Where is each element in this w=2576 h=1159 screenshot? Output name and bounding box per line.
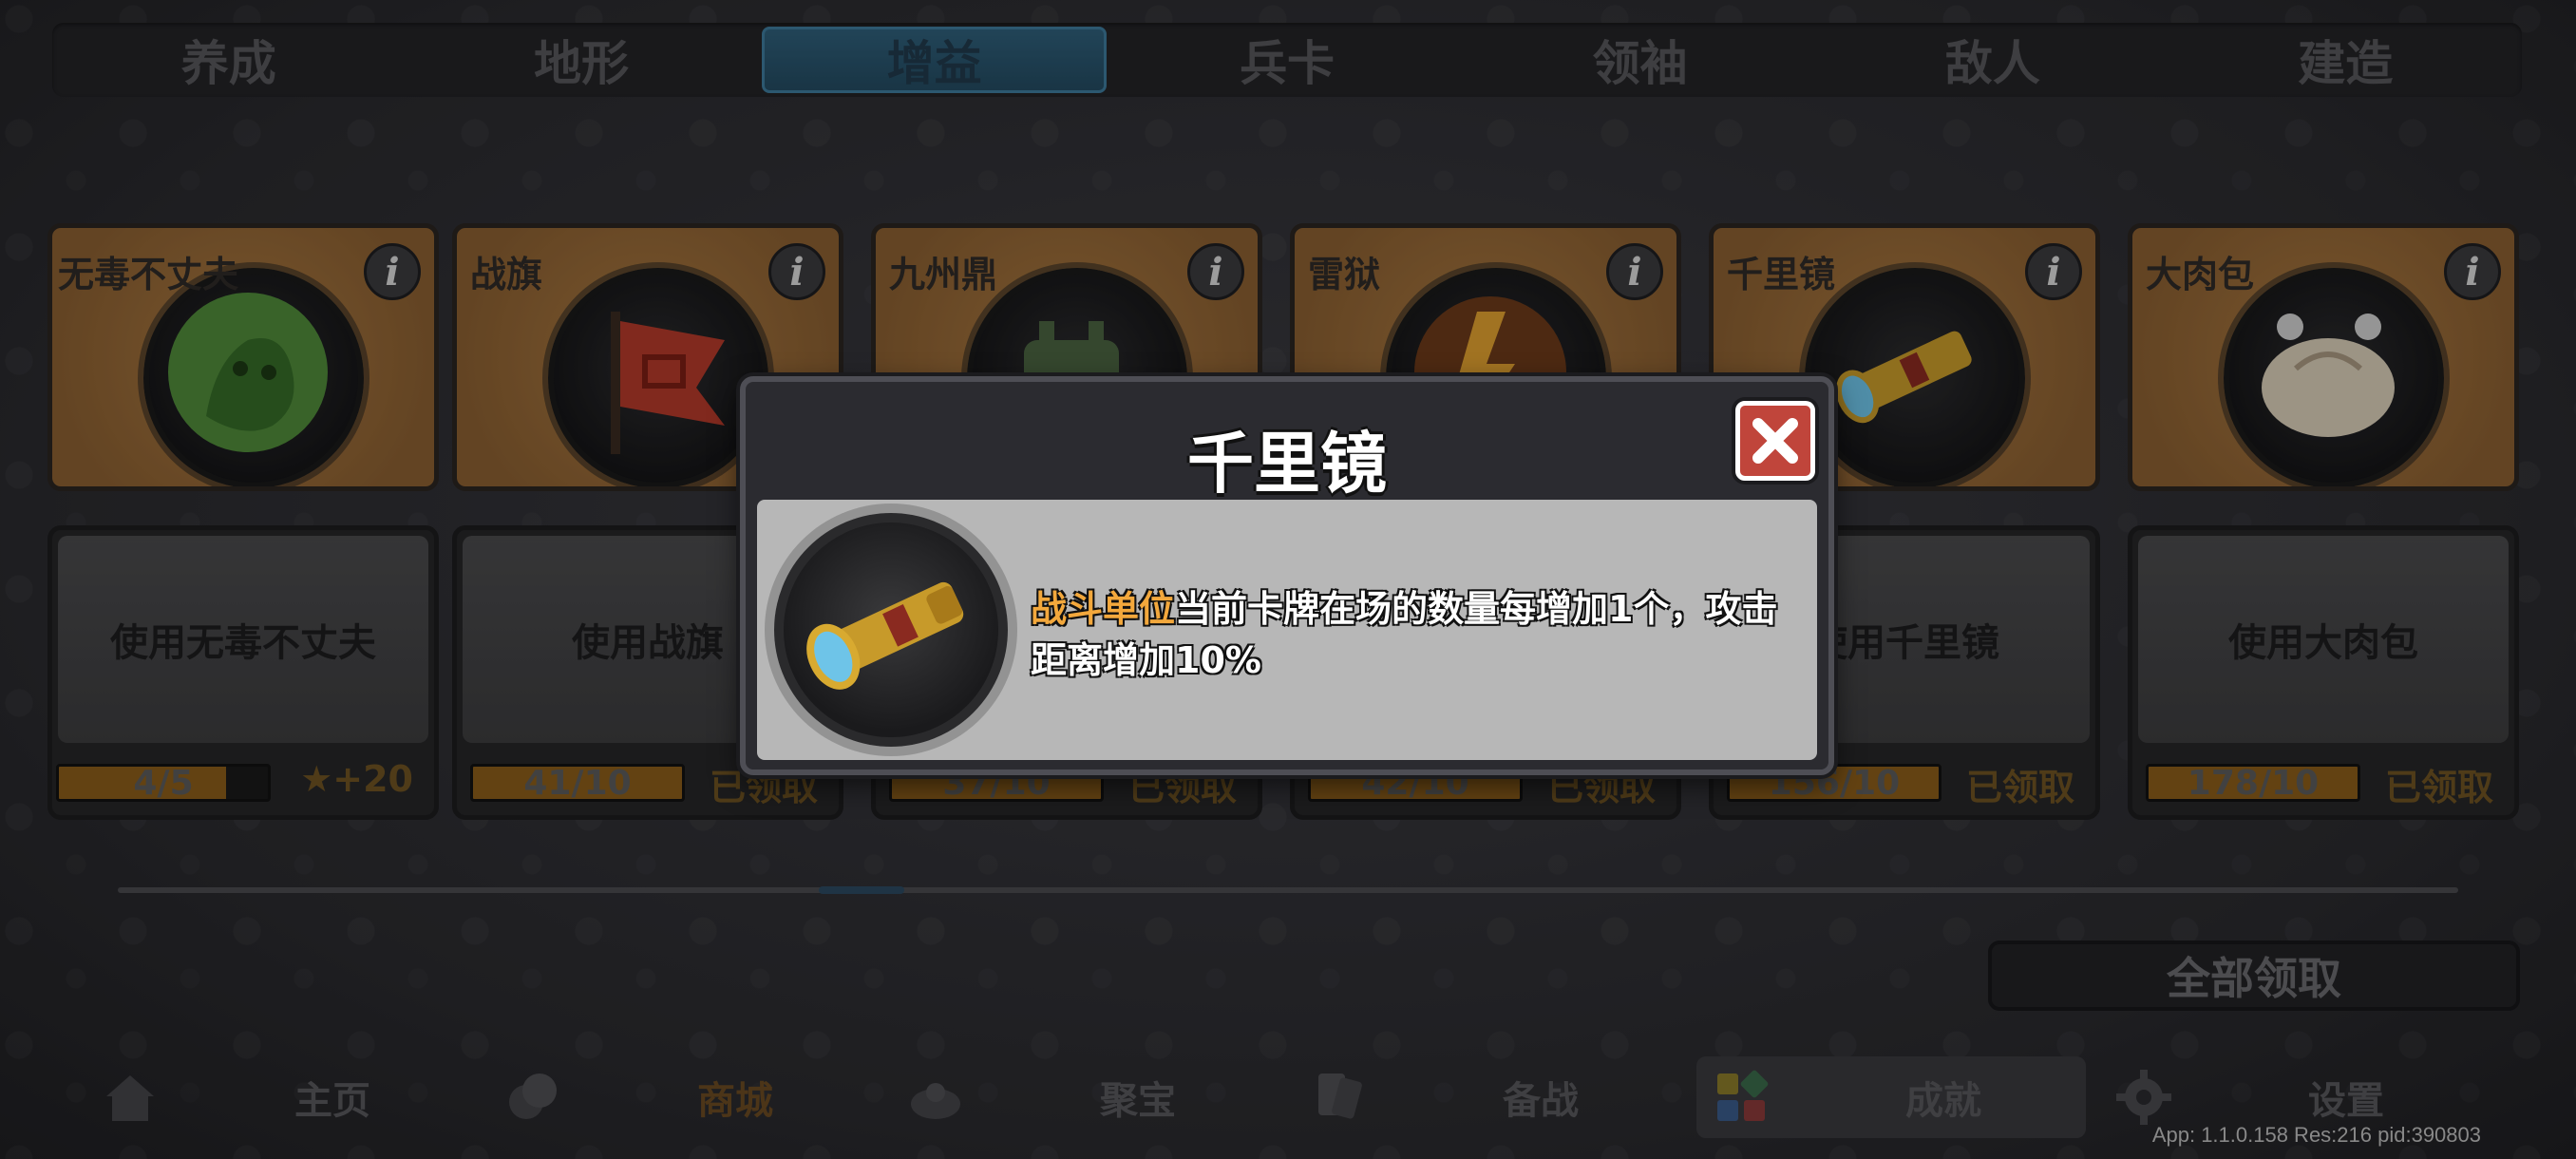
war-flag-medal-icon	[548, 268, 768, 486]
cards-icon	[1309, 1068, 1368, 1127]
info-icon[interactable]: i	[2025, 243, 2082, 300]
tab-enemies[interactable]: 敌人	[1820, 27, 2165, 93]
buff-card-name: 九州鼎	[889, 254, 998, 295]
dialog-title: 千里镜	[1187, 425, 1387, 503]
star-icon: ★	[300, 758, 333, 800]
home-icon	[101, 1068, 160, 1127]
horizontal-scrollbar[interactable]	[118, 887, 2458, 893]
buff-card-task-poison: 使用无毒不丈夫 4/5 ★+20	[47, 525, 439, 820]
nav-label: 备战	[1503, 1079, 1579, 1123]
buff-card-name: 雷狱	[1308, 254, 1381, 295]
meat-bun-medal-icon	[2224, 268, 2444, 486]
nav-home[interactable]: 主页	[85, 1056, 475, 1138]
info-icon[interactable]: i	[768, 243, 825, 300]
nav-label: 成就	[1905, 1079, 1981, 1123]
nav-label: 主页	[294, 1079, 370, 1123]
info-icon[interactable]: i	[1606, 243, 1663, 300]
treasure-icon	[906, 1068, 965, 1127]
info-icon[interactable]: i	[2444, 243, 2501, 300]
poison-medal-icon	[143, 268, 364, 486]
tab-buff[interactable]: 增益	[761, 27, 1108, 93]
claimed-status: 已领取	[2384, 767, 2493, 808]
tab-leaders[interactable]: 领袖	[1468, 27, 1812, 93]
use-task-label: 使用无毒不丈夫	[58, 536, 428, 743]
nav-label: 商城	[697, 1079, 773, 1123]
nav-treasure[interactable]: 聚宝	[891, 1056, 1280, 1138]
tab-terrain[interactable]: 地形	[408, 27, 753, 93]
tab-unit-cards[interactable]: 兵卡	[1114, 27, 1459, 93]
progress-text: 41/10	[523, 764, 632, 802]
coins-icon	[503, 1068, 562, 1127]
buff-card-name: 战旗	[470, 254, 543, 295]
claim-all-button[interactable]: 全部领取	[1988, 940, 2520, 1011]
buff-card-poison[interactable]: 无毒不丈夫 i	[47, 223, 439, 491]
nav-label: 聚宝	[1100, 1079, 1176, 1123]
tab-cultivate[interactable]: 养成	[56, 27, 401, 93]
nav-achievement[interactable]: 成就	[1696, 1056, 2086, 1138]
nav-prepare[interactable]: 备战	[1294, 1056, 1683, 1138]
buff-card-name: 千里镜	[1727, 254, 1836, 295]
info-icon[interactable]: i	[1187, 243, 1244, 300]
progress-bar: 178/10	[2146, 764, 2360, 802]
nav-store[interactable]: 商城	[488, 1056, 878, 1138]
reward-amount: +20	[332, 758, 413, 800]
telescope-icon	[774, 513, 1008, 747]
category-tabbar: 养成 地形 增益 兵卡 领袖 敌人 建造	[52, 23, 2522, 97]
scrollbar-thumb[interactable]	[819, 886, 904, 894]
reward-label[interactable]: ★+20	[300, 758, 413, 800]
buff-description: 战斗单位当前卡牌在场的数量每增加1个，攻击距离增加10%	[1031, 583, 1800, 686]
buff-detail-dialog: 千里镜 战斗单位当前卡牌在场的数量每增加1个，攻击距离增加10%	[740, 376, 1834, 775]
progress-text: 178/10	[2187, 764, 2320, 802]
buff-card-name: 无毒不丈夫	[58, 254, 239, 295]
close-button[interactable]	[1735, 401, 1815, 481]
buff-card-task-meat-bun: 使用大肉包 178/10 已领取	[2128, 525, 2519, 820]
dialog-content: 战斗单位当前卡牌在场的数量每增加1个，攻击距离增加10%	[757, 500, 1817, 760]
buff-card-name: 大肉包	[2146, 254, 2255, 295]
buff-card-meat-bun[interactable]: 大肉包 i	[2128, 223, 2519, 491]
telescope-medal-icon	[1805, 268, 2025, 486]
progress-bar: 41/10	[470, 764, 685, 802]
claimed-status: 已领取	[1965, 767, 2074, 808]
achievement-icon	[1712, 1068, 1771, 1127]
version-info: App: 1.1.0.158 Res:216 pid:390803	[2151, 1123, 2481, 1147]
close-icon	[1752, 418, 1798, 464]
progress-text: 4/5	[133, 764, 194, 802]
progress-bar: 4/5	[56, 764, 271, 802]
gear-icon	[2114, 1068, 2173, 1127]
achievement-screen: 养成 地形 增益 兵卡 领袖 敌人 建造 无毒不丈夫 i 使用无毒不丈夫 4/5…	[0, 0, 2576, 1159]
tab-build[interactable]: 建造	[2173, 27, 2518, 93]
info-icon[interactable]: i	[364, 243, 421, 300]
use-task-label: 使用大肉包	[2138, 536, 2509, 743]
description-highlight: 战斗单位	[1031, 588, 1176, 630]
